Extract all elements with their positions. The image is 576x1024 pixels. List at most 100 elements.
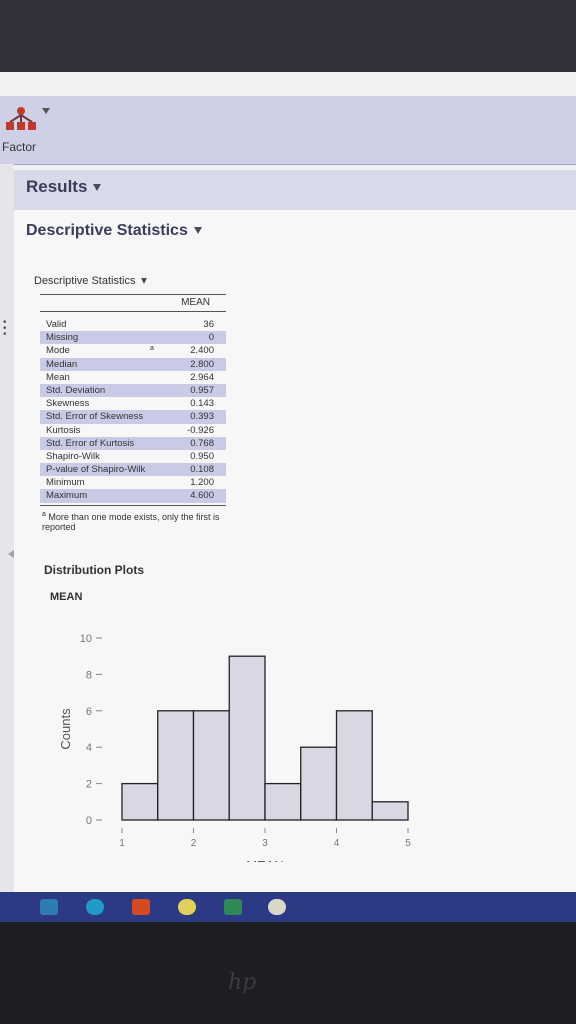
mail-icon[interactable] bbox=[40, 899, 58, 915]
row-label: Kurtosis bbox=[46, 424, 81, 436]
y-tick-label: 6 bbox=[86, 706, 92, 718]
chevron-down-icon[interactable] bbox=[93, 184, 102, 192]
row-value: 2.800 bbox=[190, 358, 214, 370]
histogram-bar bbox=[335, 710, 373, 821]
table-title[interactable]: Descriptive Statistics bbox=[34, 275, 148, 287]
x-tick-label: 4 bbox=[334, 838, 340, 849]
row-value: 0.957 bbox=[190, 384, 214, 396]
factor-icon[interactable] bbox=[4, 106, 38, 132]
table-row: Maximum 4.600 bbox=[40, 489, 226, 503]
histogram-bar bbox=[157, 710, 195, 821]
chevron-down-icon[interactable] bbox=[42, 108, 50, 114]
table-row: Valid 36 bbox=[40, 318, 226, 331]
table-header-rule bbox=[40, 311, 226, 312]
table-row: Std. Error of Skewness 0.393 bbox=[40, 410, 226, 424]
table-row: Std. Error of Kurtosis 0.768 bbox=[40, 436, 226, 450]
table-bottom-rule bbox=[40, 504, 226, 506]
table-row: Shapiro-Wilk 0.950 bbox=[40, 450, 226, 463]
chevron-down-icon[interactable] bbox=[193, 227, 202, 235]
taskbar bbox=[0, 892, 576, 922]
table-footnote: a More than one mode exists, only the fi… bbox=[42, 510, 232, 532]
x-tick-label: 5 bbox=[405, 838, 411, 849]
table-row: Median 2.800 bbox=[40, 357, 226, 371]
histogram-bar bbox=[121, 782, 159, 821]
row-value: 0.393 bbox=[190, 411, 214, 423]
table-row: Mode a 2.400 bbox=[40, 344, 226, 357]
row-value: 36 bbox=[203, 319, 214, 330]
monitor-bezel-top bbox=[0, 0, 576, 72]
y-tick-label: 4 bbox=[86, 742, 92, 754]
row-value: 2.964 bbox=[190, 371, 214, 383]
distribution-title: Distribution Plots bbox=[44, 563, 144, 577]
row-value: 0.108 bbox=[190, 464, 214, 476]
table-row: Std. Deviation 0.957 bbox=[40, 383, 226, 398]
row-value: 0.950 bbox=[190, 450, 214, 462]
ribbon-toolbar bbox=[0, 96, 576, 165]
table-row: Skewness 0.143 bbox=[40, 397, 226, 410]
row-value: 1.200 bbox=[190, 477, 214, 489]
y-tick-label: 10 bbox=[80, 633, 92, 645]
section-title[interactable]: Descriptive Statistics bbox=[26, 222, 202, 240]
table-row: Missing 0 bbox=[40, 331, 226, 345]
x-axis-label: MEAN bbox=[246, 858, 284, 862]
edge-icon[interactable] bbox=[86, 899, 104, 915]
row-value: 2.400 bbox=[190, 345, 214, 357]
monitor-bezel-bottom bbox=[0, 922, 576, 1024]
chevron-down-icon[interactable] bbox=[141, 278, 148, 285]
office-icon[interactable] bbox=[132, 899, 150, 915]
section-title-text: Descriptive Statistics bbox=[26, 222, 188, 239]
row-label: P-value of Shapiro-Wilk bbox=[46, 464, 146, 476]
y-tick-label: 2 bbox=[86, 779, 92, 791]
table-row: P-value of Shapiro-Wilk 0.108 bbox=[40, 463, 226, 477]
row-label: Missing bbox=[46, 332, 79, 344]
row-label: Maximum bbox=[46, 490, 88, 502]
x-tick-label: 2 bbox=[191, 838, 197, 849]
row-label: Valid bbox=[46, 319, 67, 330]
descriptives-table: MEAN Valid 36 Missing 0 Mode a 2.400 Median 2.80… bbox=[40, 294, 226, 506]
histogram-bar bbox=[264, 782, 302, 821]
table-row: Minimum 1.200 bbox=[40, 476, 226, 489]
results-title[interactable]: Results bbox=[26, 177, 102, 197]
results-title-text: Results bbox=[26, 177, 88, 196]
row-value: 4.600 bbox=[190, 490, 214, 502]
hp-logo: hp bbox=[228, 970, 257, 995]
row-label: Minimum bbox=[46, 477, 85, 489]
row-value: 0 bbox=[208, 332, 214, 344]
row-label: Std. Error of Skewness bbox=[46, 411, 144, 423]
histogram-bar bbox=[228, 655, 266, 821]
y-axis-label: Counts bbox=[58, 708, 73, 750]
chart-title: MEAN bbox=[50, 591, 82, 603]
screen: Factor • • • Results Descriptive Statistic… bbox=[0, 72, 576, 922]
row-label: Shapiro-Wilk bbox=[46, 450, 100, 462]
factor-label[interactable]: Factor bbox=[2, 140, 36, 154]
histogram-bar bbox=[300, 746, 338, 821]
excel-icon[interactable] bbox=[224, 899, 242, 915]
table-body: Valid 36 Missing 0 Mode a 2.400 Median 2.800 Mean… bbox=[40, 318, 226, 503]
jasp-icon[interactable] bbox=[268, 899, 286, 915]
row-label: Std. Error of Kurtosis bbox=[46, 437, 135, 449]
footnote-text: More than one mode exists, only the firs… bbox=[42, 512, 220, 532]
y-tick-label: 8 bbox=[86, 669, 92, 681]
chrome-icon[interactable] bbox=[178, 899, 196, 915]
y-tick-label: 0 bbox=[86, 815, 92, 827]
footnote-mark: a bbox=[150, 345, 154, 353]
left-panel-strip bbox=[0, 164, 14, 922]
table-row: Kurtosis -0.926 bbox=[40, 424, 226, 437]
column-header: MEAN bbox=[181, 297, 210, 308]
row-value: -0.926 bbox=[187, 424, 214, 436]
row-value: 0.768 bbox=[190, 437, 214, 449]
row-label: Mode bbox=[46, 345, 70, 357]
row-label: Mean bbox=[46, 371, 70, 383]
row-label: Skewness bbox=[46, 398, 90, 410]
footnote-mark: a bbox=[42, 511, 46, 518]
histogram-bar bbox=[192, 710, 230, 821]
drag-handle-icon[interactable]: • • • bbox=[3, 318, 7, 340]
histogram-chart: MEAN 0 2 4 6 8 10 Counts 1 2 3 4 5 MEAN bbox=[50, 591, 411, 862]
row-label: Median bbox=[46, 358, 78, 370]
histogram-bar bbox=[371, 801, 409, 821]
x-tick-label: 1 bbox=[119, 838, 125, 849]
table-row: Mean 2.964 bbox=[40, 371, 226, 384]
row-label: Std. Deviation bbox=[46, 384, 106, 396]
table-title-text: Descriptive Statistics bbox=[34, 275, 136, 287]
x-tick-label: 3 bbox=[262, 838, 268, 849]
